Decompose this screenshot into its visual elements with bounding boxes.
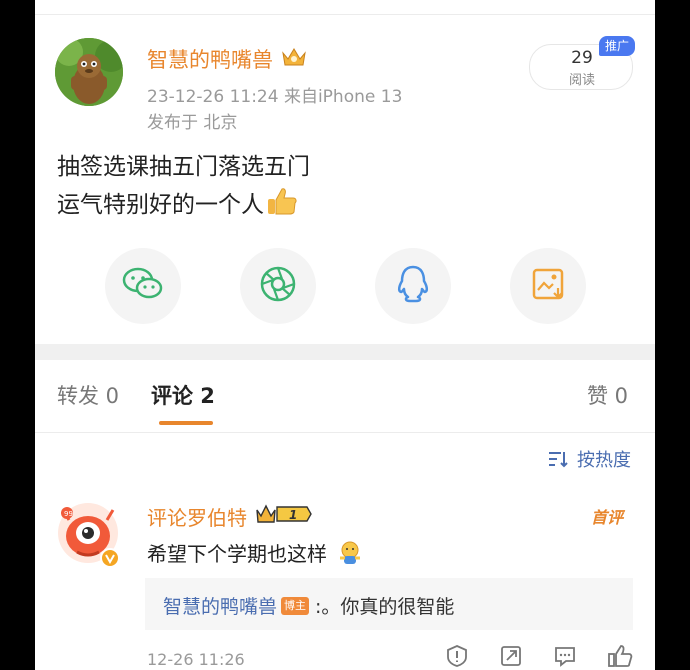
post-line: 运气特别好的一个人 [57,186,310,228]
qq-icon [395,264,431,308]
reply-text: :。你真的很智能 [315,596,455,618]
read-label: 阅读 [568,73,595,88]
active-tab-indicator [159,421,213,425]
sort-by-hot-button[interactable]: 按热度 [547,446,631,472]
comment-body: 希望下个学期也这样 [147,542,327,566]
reply-author[interactable]: 智慧的鸭嘴兽 [163,592,277,619]
level-number: 1 [289,508,297,522]
promote-badge[interactable]: 推广 [599,36,635,56]
emoji-icon [337,541,363,570]
moments-icon [258,264,298,308]
author-avatar[interactable] [55,38,123,106]
post-location: 发布于 北京 [147,113,238,133]
author-name[interactable]: 智慧的鸭嘴兽 [147,44,273,74]
author-row: 智慧的鸭嘴兽 [147,44,307,74]
share-wechat-button[interactable] [105,248,181,324]
tab-divider [35,432,655,433]
top-divider [35,14,655,15]
wechat-icon [121,266,165,306]
weibo-post-detail: 智慧的鸭嘴兽 23-12-26 11:24 来自iPhone 13 发布于 北京… [35,0,655,670]
commenter-name[interactable]: 评论罗伯特 [147,502,247,531]
repost-icon[interactable] [499,644,523,670]
comment-text: 希望下个学期也这样 [147,538,363,570]
post-line: 抽签选课抽五门落选五门 [57,154,310,180]
sort-icon [549,452,568,468]
first-comment-tag: 首评 [591,508,624,527]
svg-text:99: 99 [64,510,73,518]
tab-comments[interactable]: 评论 2 [151,380,215,410]
like-icon[interactable] [607,644,633,670]
reply-box[interactable]: 智慧的鸭嘴兽 博主 :。你真的很智能 [145,578,633,630]
post-line-text: 运气特别好的一个人 [57,192,264,218]
report-icon[interactable] [445,644,469,670]
comment-time: 12-26 11:26 [147,650,245,669]
share-qq-button[interactable] [375,248,451,324]
crown-icon [281,46,307,72]
tab-repost[interactable]: 转发 0 [57,380,119,410]
post-content: 抽签选课抽五门落选五门 运气特别好的一个人 [57,148,310,228]
commenter-row: 评论罗伯特 1 [147,502,313,530]
blogger-badge: 博主 [281,596,310,615]
reply-row: 智慧的鸭嘴兽 博主 :。你真的很智能 [163,592,454,619]
sort-label: 按热度 [577,450,631,471]
member-level-badge[interactable]: 1 [255,502,313,530]
thumbs-up-emoji-icon [266,186,298,228]
comment-icon[interactable] [553,644,577,670]
tab-likes[interactable]: 赞 0 [587,380,628,410]
post-time-source: 23-12-26 11:24 来自iPhone 13 [147,87,403,107]
share-moments-button[interactable] [240,248,316,324]
section-divider [35,344,655,360]
commenter-avatar[interactable]: 99 [55,500,125,570]
save-image-button[interactable] [510,248,586,324]
save-image-icon [530,266,566,306]
